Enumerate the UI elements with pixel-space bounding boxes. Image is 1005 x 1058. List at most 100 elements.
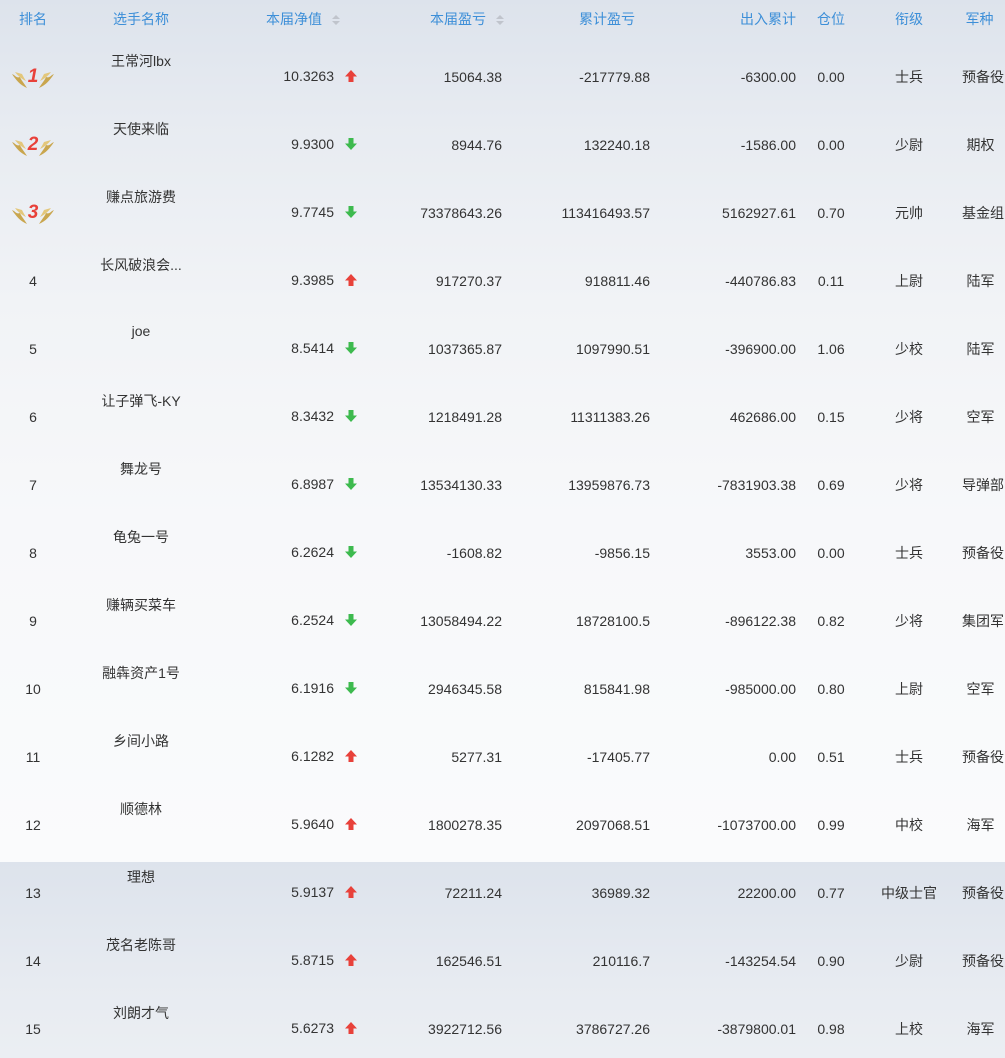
current-pl-cell: 13058494.22 [420,613,502,629]
in-out-cell: -143254.54 [725,953,796,969]
rank-cell: 5 [29,341,37,357]
current-pl-cell: 2946345.58 [428,681,502,697]
nav-value: 10.3263 [283,68,334,85]
nav-value: 8.3432 [291,408,334,425]
player-name[interactable]: 长风破浪会... [66,242,216,310]
nav-value: 6.2524 [291,612,334,629]
table-row[interactable]: 9 赚辆买菜车 6.2524 13058494.22 18728100.5 -896122… [0,582,1005,650]
header-nav-sortable[interactable]: 本届净值 [216,0,366,38]
arm-cell: 预备役 [962,749,1004,765]
table-row[interactable]: 6 让子弹飞-KY 8.3432 1218491.28 11311383.26 46268… [0,378,1005,446]
table-row[interactable]: 3 赚点旅游费 9.7745 73378643.26 113416493.57 51629… [0,174,1005,242]
in-out-cell: -1586.00 [740,137,796,153]
table-row[interactable]: 1 王常河lbx 10.3263 15064.38 -217779.88 -6300.00… [0,38,1005,106]
cumulative-pl-cell: 2097068.51 [576,817,650,833]
player-name[interactable]: 茂名老陈哥 [66,922,216,990]
nav-value: 6.2624 [291,544,334,561]
player-name[interactable]: 刘朗才气 [66,990,216,1058]
arm-cell: 期权 [966,137,995,153]
player-name[interactable]: 舞龙号 [66,446,216,514]
current-pl-cell: -1608.82 [446,545,502,561]
player-name[interactable]: 天使来临 [66,106,216,174]
cumulative-pl-cell: 815841.98 [583,681,650,697]
player-name[interactable]: 乡间小路 [66,718,216,786]
header-position: 仓位 [817,11,845,27]
table-header-row: 排名 选手名称 本届净值 本届盈亏 累计盈亏 出入累计 仓位 衔级 军种 [0,0,1005,38]
title-cell: 元帅 [895,205,923,221]
header-current-pl-sortable[interactable]: 本届盈亏 [366,0,514,38]
header-in-out: 出入累计 [740,11,796,27]
arm-cell: 海军 [966,1021,995,1037]
up-arrow-icon [344,749,358,766]
player-name[interactable]: 龟兔一号 [66,514,216,582]
table-row[interactable]: 2 天使来临 9.9300 8944.76 132240.18 -1586.00 0.00 少… [0,106,1005,174]
down-arrow-icon [344,137,358,154]
arm-cell: 海军 [966,817,995,833]
title-cell: 上尉 [895,681,923,697]
rank-cell: 12 [25,817,41,833]
title-cell: 少将 [895,477,923,493]
title-cell: 上校 [895,1021,923,1037]
current-pl-cell: 15064.38 [443,69,502,85]
arm-cell: 空军 [966,681,995,697]
player-name[interactable]: joe [66,310,216,378]
sort-icon[interactable] [496,15,504,26]
header-title: 衔级 [895,11,923,27]
rank-cell: 14 [25,953,41,969]
cumulative-pl-cell: -217779.88 [579,69,650,85]
table-row[interactable]: 15 刘朗才气 5.6273 3922712.56 3786727.26 -3879800… [0,990,1005,1058]
medal-rank-icon: 3 [10,198,56,229]
title-cell: 少校 [895,341,923,357]
ranking-table: 排名 选手名称 本届净值 本届盈亏 累计盈亏 出入累计 仓位 衔级 军种 1 王常… [0,0,1005,1058]
position-cell: 0.15 [817,409,845,425]
up-arrow-icon [344,885,358,902]
position-cell: 0.00 [817,69,845,85]
header-current-pl-label: 本届盈亏 [430,11,486,27]
down-arrow-icon [344,341,358,358]
nav-cell: 6.1282 [216,718,366,786]
table-row[interactable]: 11 乡间小路 6.1282 5277.31 -17405.77 0.00 0.51 士兵 预备… [0,718,1005,786]
down-arrow-icon [344,409,358,426]
nav-cell: 5.9640 [216,786,366,854]
nav-value: 6.8987 [291,476,334,493]
sort-icon[interactable] [332,15,340,26]
current-pl-cell: 1800278.35 [428,817,502,833]
player-name[interactable]: 让子弹飞-KY [66,378,216,446]
player-name[interactable]: 顺德林 [66,786,216,854]
in-out-cell: 462686.00 [729,409,796,425]
player-name[interactable]: 融犇资产1号 [66,650,216,718]
current-pl-cell: 917270.37 [435,273,502,289]
up-arrow-icon [344,273,358,290]
table-row[interactable]: 13 理想 5.9137 72211.24 36989.32 22200.00 0.77 中级… [0,854,1005,922]
position-cell: 0.51 [817,749,845,765]
position-cell: 0.98 [817,1021,845,1037]
player-name[interactable]: 赚点旅游费 [66,174,216,242]
svg-text:2: 2 [27,134,39,155]
player-name[interactable]: 赚辆买菜车 [66,582,216,650]
player-name[interactable]: 理想 [66,854,216,922]
header-rank: 排名 [19,11,47,27]
down-arrow-icon [344,205,358,222]
table-row[interactable]: 5 joe 8.5414 1037365.87 1097990.51 -396900.00… [0,310,1005,378]
current-pl-cell: 3922712.56 [428,1021,502,1037]
table-row[interactable]: 8 龟兔一号 6.2624 -1608.82 -9856.15 3553.00 0.00 士兵… [0,514,1005,582]
table-row[interactable]: 7 舞龙号 6.8987 13534130.33 13959876.73 -7831903… [0,446,1005,514]
player-name[interactable]: 王常河lbx [66,38,216,106]
table-row[interactable]: 4 长风破浪会... 9.3985 917270.37 918811.46 -440786… [0,242,1005,310]
cumulative-pl-cell: 918811.46 [584,273,650,289]
nav-value: 5.8715 [291,952,334,969]
nav-cell: 6.1916 [216,650,366,718]
in-out-cell: -440786.83 [725,273,796,289]
svg-text:1: 1 [28,66,39,87]
title-cell: 少尉 [895,137,923,153]
table-row[interactable]: 14 茂名老陈哥 5.8715 162546.51 210116.7 -143254.54… [0,922,1005,990]
in-out-cell: 3553.00 [745,545,796,561]
table-row[interactable]: 12 顺德林 5.9640 1800278.35 2097068.51 -1073700.… [0,786,1005,854]
rank-cell: 11 [25,749,41,765]
table-row[interactable]: 10 融犇资产1号 6.1916 2946345.58 815841.98 -985000… [0,650,1005,718]
cumulative-pl-cell: 13959876.73 [568,477,650,493]
cumulative-pl-cell: 18728100.5 [576,613,650,629]
nav-cell: 9.7745 [216,174,366,242]
arm-cell: 预备役 [962,69,1004,85]
nav-value: 8.5414 [291,340,334,357]
